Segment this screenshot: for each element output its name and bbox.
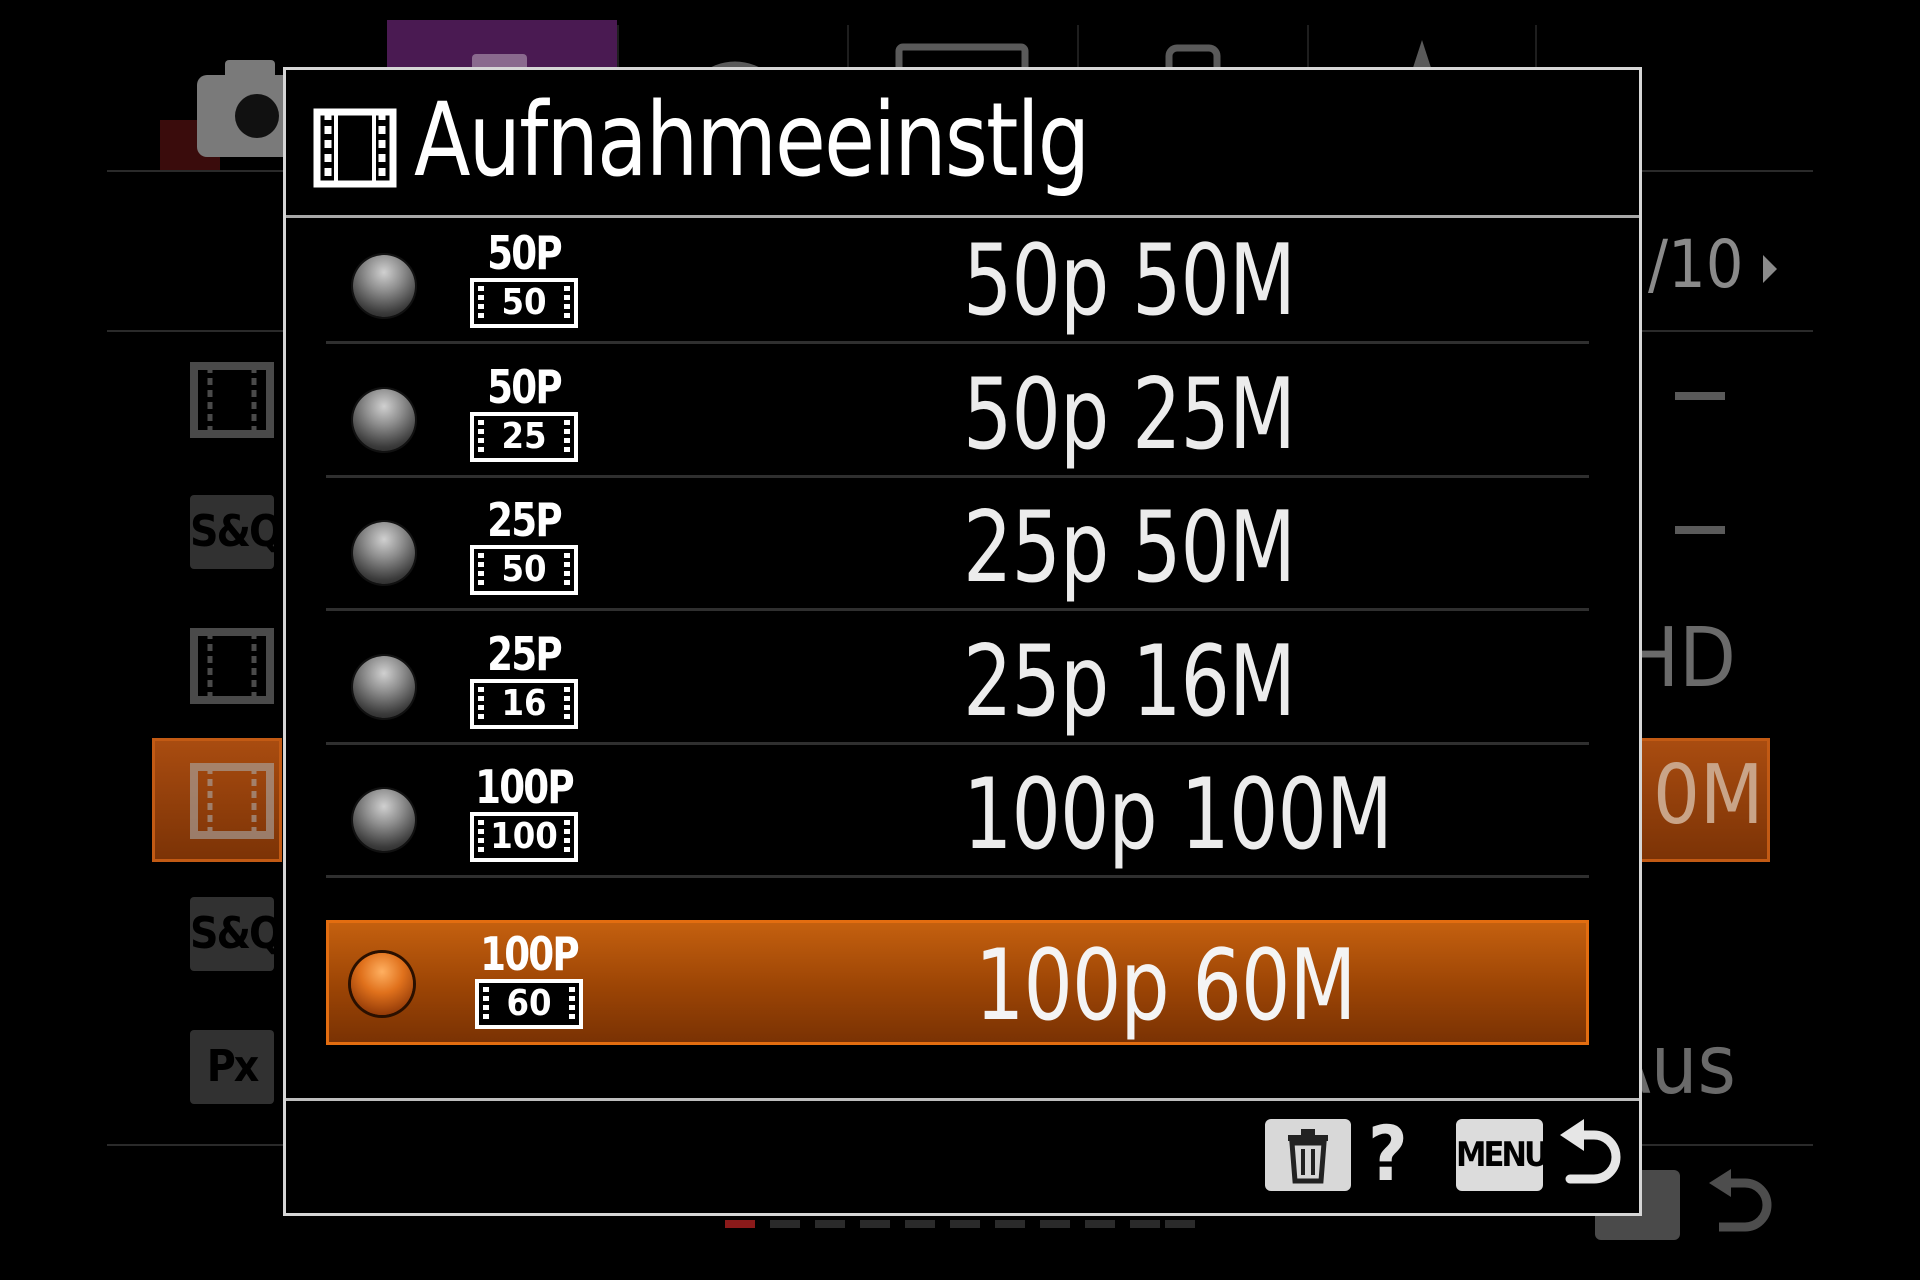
option-100p-100m[interactable]: 100P 100 100p 100M bbox=[326, 752, 1589, 878]
format-icon: 100P 100 bbox=[468, 760, 580, 868]
page-next-icon bbox=[1763, 255, 1777, 283]
format-icon-bitrate: 16 bbox=[501, 683, 547, 724]
option-50p-50m[interactable]: 50P 50 50p 50M bbox=[326, 218, 1589, 344]
format-icon-fps: 25P bbox=[487, 627, 563, 681]
format-icon-fps: 25P bbox=[487, 493, 563, 547]
help-button[interactable]: ? bbox=[1368, 1111, 1408, 1197]
format-icon-bitrate: 50 bbox=[501, 282, 547, 323]
format-icon-bitrate: 50 bbox=[501, 549, 547, 590]
sq-chip: S&Q bbox=[190, 897, 283, 971]
dialog-footer: ? MENU bbox=[286, 1098, 1639, 1216]
option-25p-16m[interactable]: 25P 16 25p 16M bbox=[326, 619, 1589, 745]
dialog-title: Aufnahmeeinstlg bbox=[414, 81, 1090, 200]
radio-button[interactable] bbox=[353, 656, 415, 718]
menu-button[interactable]: MENU bbox=[1456, 1119, 1549, 1191]
value-bitrate: 0M bbox=[1653, 748, 1764, 843]
radio-button[interactable] bbox=[353, 522, 415, 584]
trash-icon bbox=[1288, 1129, 1328, 1184]
format-icon-fps: 100P bbox=[475, 760, 575, 814]
format-icon: 25P 16 bbox=[468, 627, 580, 735]
radio-button[interactable] bbox=[353, 255, 415, 317]
option-50p-25m[interactable]: 50P 25 50p 25M bbox=[326, 352, 1589, 478]
delete-button[interactable] bbox=[1265, 1119, 1351, 1191]
option-label: 25p 50M bbox=[963, 491, 1296, 605]
movie-icon bbox=[190, 628, 274, 704]
option-label: 100p 100M bbox=[963, 758, 1393, 872]
background-selected-row bbox=[152, 738, 282, 862]
format-icon: 50P 50 bbox=[468, 226, 580, 334]
background-selected-value: 0M bbox=[1630, 738, 1770, 862]
format-icon-bitrate: 60 bbox=[506, 983, 552, 1024]
sq-chip: S&Q bbox=[190, 495, 283, 569]
format-icon-fps: 50P bbox=[487, 226, 563, 280]
format-icon: 50P 25 bbox=[468, 360, 580, 468]
movie-icon bbox=[190, 763, 274, 839]
format-icon: 100P 60 bbox=[473, 927, 585, 1035]
value-dash bbox=[1675, 392, 1725, 400]
px-chip: Px bbox=[190, 1030, 274, 1104]
option-label: 50p 25M bbox=[963, 358, 1296, 472]
value-dash bbox=[1675, 526, 1725, 534]
return-arrow-icon[interactable] bbox=[1558, 1113, 1624, 1199]
return-arrow-icon bbox=[1709, 1169, 1772, 1232]
dialog-header: Aufnahmeeinstlg bbox=[286, 70, 1639, 218]
movie-icon bbox=[313, 108, 397, 188]
option-25p-50m[interactable]: 25P 50 25p 50M bbox=[326, 485, 1589, 611]
radio-button[interactable] bbox=[353, 789, 415, 851]
option-label: 100p 60M bbox=[975, 929, 1356, 1043]
page-dots bbox=[725, 1220, 1195, 1228]
option-100p-60m[interactable]: 100P 60 100p 60M bbox=[326, 920, 1589, 1045]
radio-button[interactable] bbox=[351, 953, 413, 1015]
option-label: 25p 16M bbox=[963, 625, 1296, 739]
format-icon-bitrate: 25 bbox=[501, 416, 547, 457]
format-icon: 25P 50 bbox=[468, 493, 580, 601]
format-icon-fps: 100P bbox=[480, 927, 580, 981]
movie-icon bbox=[190, 362, 274, 438]
format-icon-fps: 50P bbox=[487, 360, 563, 414]
option-label: 50p 50M bbox=[963, 224, 1296, 338]
format-icon-bitrate: 100 bbox=[490, 816, 558, 857]
page-indicator: /10 bbox=[1648, 226, 1744, 303]
radio-button[interactable] bbox=[353, 389, 415, 451]
recording-settings-dialog: Aufnahmeeinstlg 50P 50 50p 50M 50P 25 50… bbox=[283, 67, 1642, 1216]
